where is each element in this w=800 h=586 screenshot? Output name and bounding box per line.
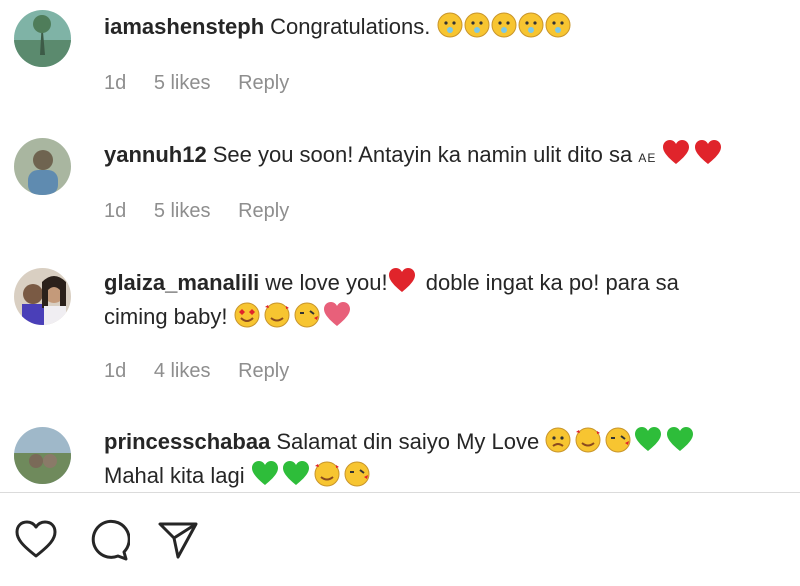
comment-likes[interactable]: 5 likes bbox=[154, 72, 211, 94]
comment-time: 1d bbox=[104, 200, 127, 222]
avatar[interactable] bbox=[14, 268, 71, 325]
paper-plane-icon[interactable] bbox=[156, 518, 200, 562]
red-heart-icons bbox=[662, 140, 726, 167]
comment-username[interactable]: yannuh12 bbox=[104, 142, 207, 167]
comment-username[interactable]: glaiza_manalili bbox=[104, 270, 259, 295]
avatar[interactable] bbox=[14, 138, 71, 195]
comment-likes[interactable]: 5 likes bbox=[154, 200, 211, 222]
comment-text: Salamat din saiyo My Love bbox=[276, 429, 540, 454]
emoji-row bbox=[251, 461, 375, 488]
comment-text: See you soon! Antayin ka namin ulit dito… bbox=[212, 142, 633, 167]
comment-body: iamashensteph Congratulations. bbox=[104, 10, 780, 44]
reply-button[interactable]: Reply bbox=[238, 200, 289, 222]
heart-outline-icon[interactable] bbox=[14, 518, 58, 562]
comment-meta: 1d 4 likes Reply bbox=[104, 360, 311, 383]
emoji-row bbox=[545, 427, 727, 454]
reply-button[interactable]: Reply bbox=[238, 360, 289, 382]
red-heart-icon bbox=[388, 268, 415, 292]
comment-username[interactable]: princesschabaa bbox=[104, 429, 270, 454]
comment-text-line2: ciming baby! bbox=[104, 304, 228, 329]
comment-meta: 1d 5 likes Reply bbox=[104, 72, 311, 95]
avatar[interactable] bbox=[14, 427, 71, 484]
action-bar-divider bbox=[0, 492, 800, 493]
comment-time: 1d bbox=[104, 360, 127, 382]
comment-text-line2: Mahal kita lagi bbox=[104, 463, 245, 488]
avatar[interactable] bbox=[14, 10, 71, 67]
comment-text-continued: doble ingat ka po! para sa bbox=[425, 270, 679, 295]
emoji-row bbox=[234, 302, 358, 329]
comment-body: princesschabaaSalamat din saiyo My Love bbox=[104, 425, 780, 492]
comment-time: 1d bbox=[104, 72, 127, 94]
comment-bubble-icon[interactable] bbox=[86, 518, 131, 562]
comment-text: we love you! bbox=[265, 270, 388, 295]
comment-meta: 1d 5 likes Reply bbox=[104, 200, 311, 223]
comment-text: Congratulations. bbox=[270, 14, 431, 39]
baby-emoji-icons bbox=[437, 12, 576, 39]
flag-letters: AE bbox=[638, 151, 657, 165]
comment-body: yannuh12 See you soon! Antayin ka namin u… bbox=[104, 138, 780, 175]
comment-username[interactable]: iamashensteph bbox=[104, 14, 264, 39]
comment-body: glaiza_manalili we love you! doble ingat … bbox=[104, 266, 780, 334]
comment-likes[interactable]: 4 likes bbox=[154, 360, 211, 382]
comment-list: iamashensteph Congratulations. 1d 5 likes… bbox=[0, 0, 800, 492]
reply-button[interactable]: Reply bbox=[238, 72, 289, 94]
